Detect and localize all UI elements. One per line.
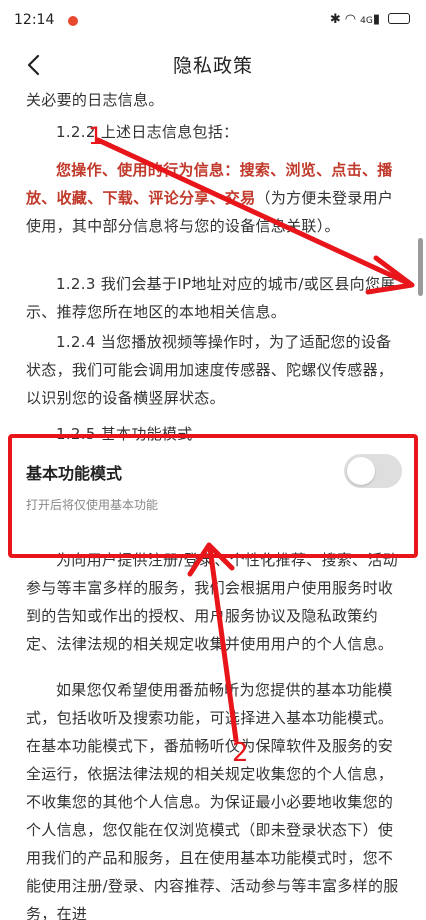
signal-icon: ▮: [372, 12, 384, 27]
page-title: 隐私政策: [172, 55, 253, 77]
nav-bar: 隐私政策: [0, 40, 426, 90]
basic-mode-paragraph: 如果您仅希望使用番茄畅听为您提供的基本功能模式，包括收听及搜索功能，可选择进入基…: [26, 681, 399, 920]
basic-mode-toggle[interactable]: [344, 454, 402, 488]
scrollbar-thumb[interactable]: [418, 238, 423, 296]
section-1-2-2: 1.2.2 上述日志信息包括：: [56, 123, 239, 141]
service-collection-paragraph: 为向用户提供注册/登录、个性化推荐、搜索、活动参与等丰富多样的服务，我们会根据用…: [26, 551, 398, 653]
signal-text: 4G: [360, 16, 373, 26]
section-1-2-3: 1.2.3 我们会基于IP地址对应的城市/或区县向您展示、推荐您所在地区的本地相…: [26, 275, 396, 321]
notification-dot-icon: [68, 16, 78, 26]
section-1-2-5-heading: 1.2.5 基本功能模式: [56, 425, 193, 443]
status-time: 12:14: [14, 12, 55, 28]
battery-icon: [388, 13, 410, 24]
section-1-2-2-detail: 您操作、使用的行为信息：搜索、浏览、点击、播放、收藏、下载、评论分享、交易（为方…: [26, 156, 402, 240]
basic-mode-description: 打开后将仅使用基本功能: [26, 498, 159, 512]
basic-mode-label: 基本功能模式: [26, 464, 123, 483]
annotation-label-2: 2: [232, 738, 249, 768]
annotation-label-1: 1: [88, 122, 104, 150]
wifi-icon: ◠: [344, 12, 361, 27]
status-icons: ✱◠4G▮: [330, 12, 410, 27]
policy-text-fragment: 关必要的日志信息。: [26, 91, 164, 109]
status-bar: 12:14 ✱◠4G▮: [0, 0, 426, 40]
toggle-knob: [347, 457, 375, 485]
section-1-2-4: 1.2.4 当您播放视频等操作时，为了适配您的设备状态，我们可能会调用加速度传感…: [26, 333, 394, 407]
bluetooth-icon: ✱: [329, 12, 345, 27]
